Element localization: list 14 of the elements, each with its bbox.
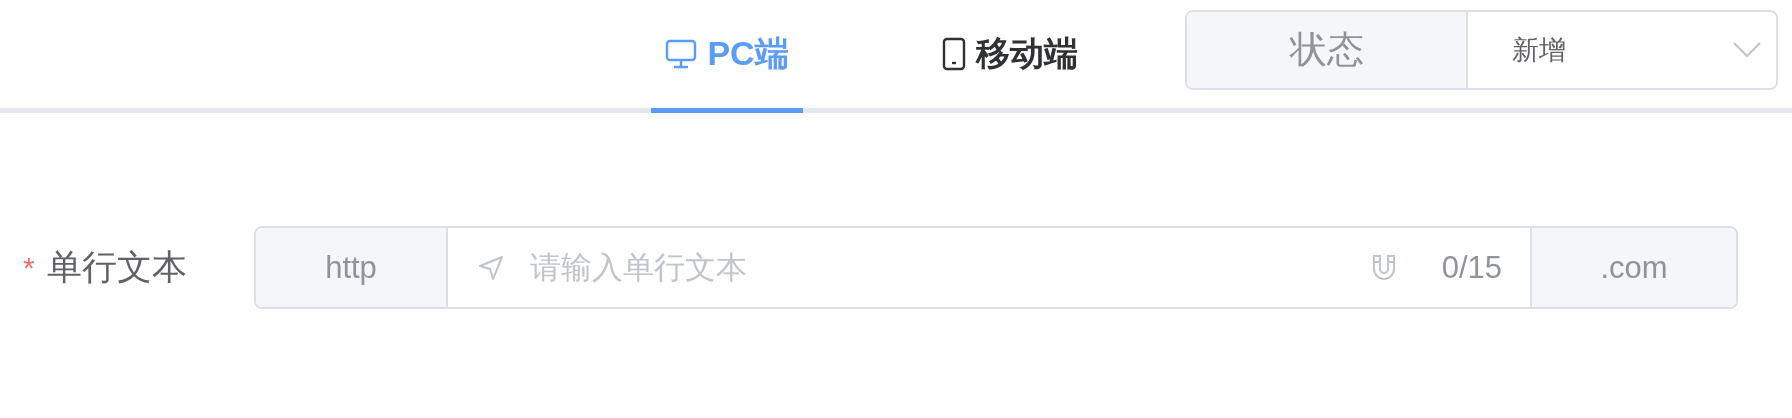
chevron-down-icon bbox=[1732, 41, 1762, 59]
suffix-addon: .com bbox=[1530, 228, 1736, 307]
send-icon bbox=[478, 254, 504, 281]
required-mark: * bbox=[23, 250, 35, 285]
status-label: 状态 bbox=[1187, 12, 1468, 88]
magnet-icon bbox=[1371, 253, 1396, 282]
character-counter: 0/15 bbox=[1441, 249, 1502, 286]
prefix-addon: http bbox=[256, 228, 448, 307]
text-input[interactable]: 请输入单行文本 bbox=[528, 248, 1348, 287]
tablet-icon bbox=[942, 37, 966, 71]
input-field[interactable]: http 请输入单行文本 0/15 .com bbox=[254, 226, 1738, 309]
field-label: 单行文本 bbox=[46, 246, 187, 288]
monitor-icon bbox=[665, 39, 698, 69]
tab[interactable]: 移动端 bbox=[921, 0, 1099, 113]
